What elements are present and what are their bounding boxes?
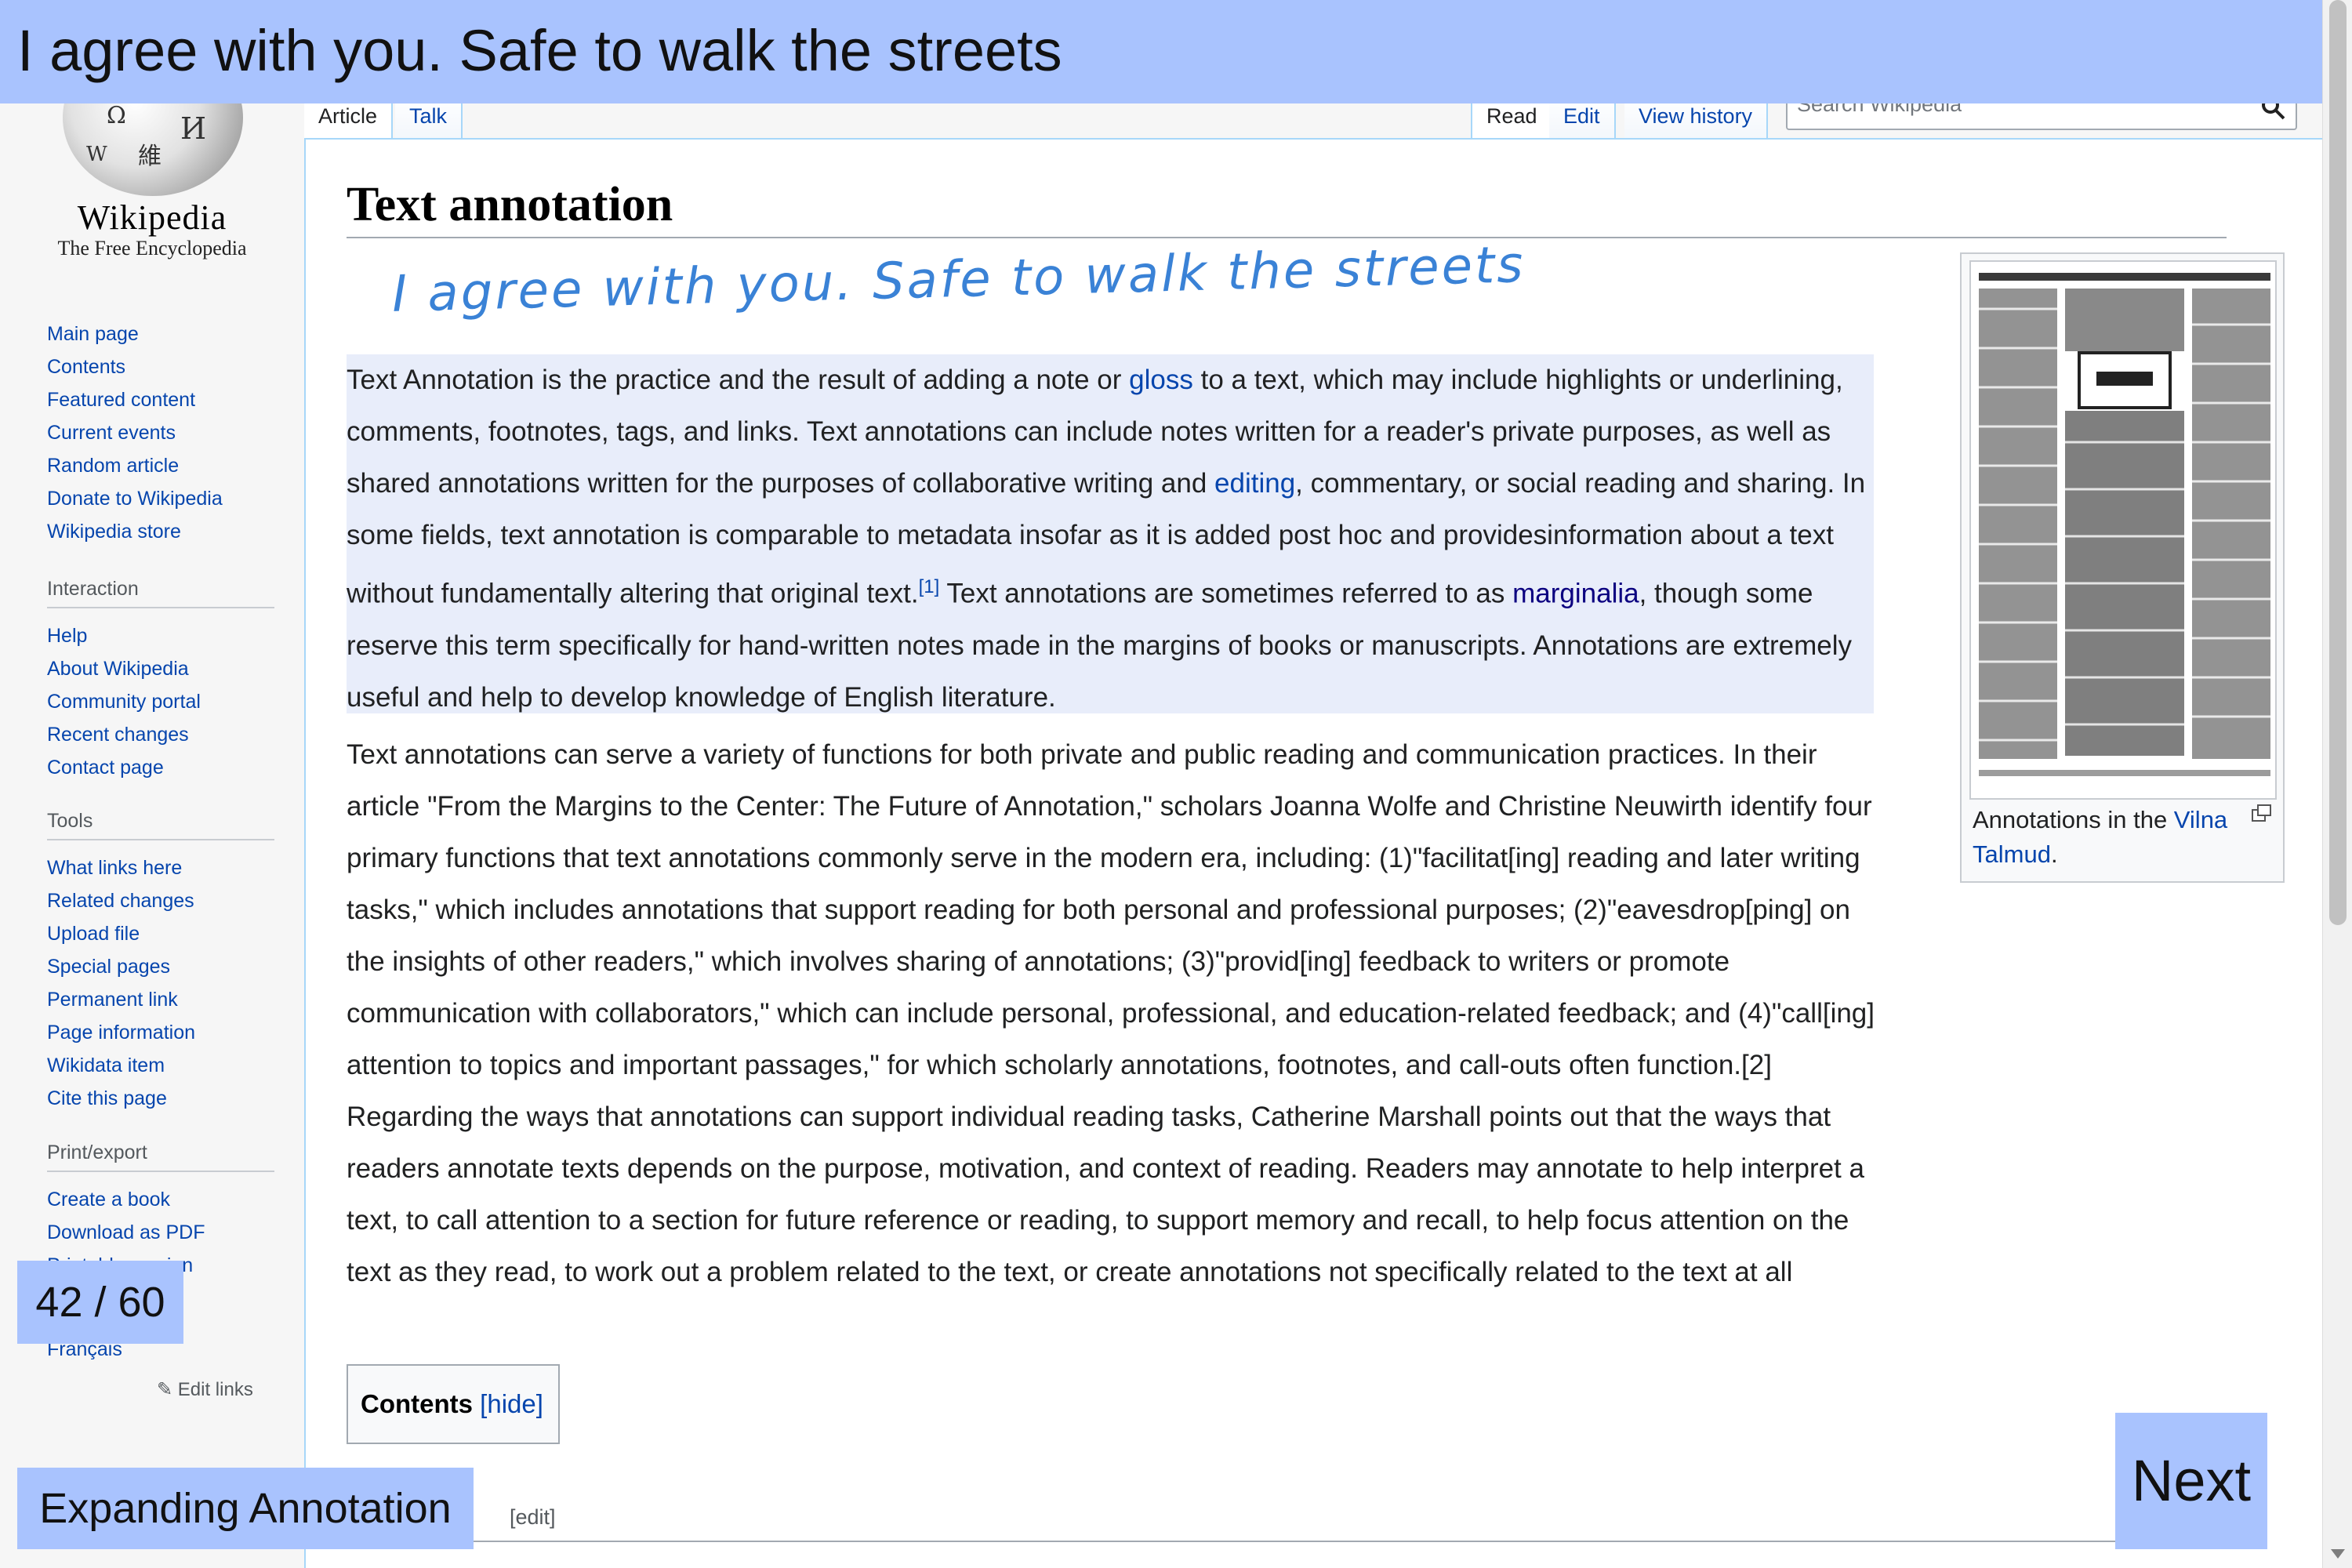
title-divider bbox=[347, 237, 2227, 238]
annotation-banner: I agree with you. Safe to walk the stree… bbox=[0, 0, 2322, 103]
table-of-contents: Contents [hide] bbox=[347, 1364, 560, 1444]
section-divider bbox=[347, 1541, 2227, 1542]
sidebar-heading-print: Print/export bbox=[47, 1142, 274, 1172]
scroll-down-arrow-icon[interactable] bbox=[2331, 1549, 2345, 1559]
toc-title: Contents bbox=[361, 1389, 473, 1418]
sidebar-item-random-article[interactable]: Random article bbox=[47, 449, 274, 482]
sidebar-item-recent-changes[interactable]: Recent changes bbox=[47, 718, 274, 751]
sidebar-item-page-information[interactable]: Page information bbox=[47, 1016, 274, 1049]
sidebar-item-current-events[interactable]: Current events bbox=[47, 416, 274, 449]
logo-wordmark: Wikipedia bbox=[77, 198, 227, 237]
scrollbar[interactable] bbox=[2322, 0, 2352, 1568]
page-counter: 42 / 60 bbox=[17, 1261, 183, 1344]
edit-links[interactable]: ✎ Edit links bbox=[157, 1378, 253, 1401]
sidebar-item-contents[interactable]: Contents bbox=[47, 350, 274, 383]
link-gloss[interactable]: gloss bbox=[1129, 365, 1193, 395]
para1-text-1: Text Annotation is the practice and the … bbox=[347, 365, 1130, 395]
image-thumbnail: Annotations in the Vilna Talmud. bbox=[1960, 252, 2285, 883]
next-button[interactable]: Next bbox=[2115, 1413, 2267, 1549]
section-edit-link[interactable]: [edit] bbox=[510, 1505, 556, 1530]
sidebar-item-download-pdf[interactable]: Download as PDF bbox=[47, 1216, 274, 1249]
logo-tagline: The Free Encyclopedia bbox=[57, 237, 247, 260]
article-paragraph-1: Text Annotation is the practice and the … bbox=[347, 354, 1883, 724]
sidebar-item-about[interactable]: About Wikipedia bbox=[47, 652, 274, 685]
sidebar-heading-interaction: Interaction bbox=[47, 578, 274, 608]
pencil-icon: ✎ bbox=[157, 1379, 173, 1400]
reference-1[interactable]: [1] bbox=[919, 576, 940, 597]
caption-suffix: . bbox=[2050, 840, 2058, 868]
sidebar-heading-tools: Tools bbox=[47, 810, 274, 840]
mode-label: Expanding Annotation bbox=[17, 1468, 474, 1549]
banner-text: I agree with you. Safe to walk the stree… bbox=[17, 18, 1062, 83]
sidebar-item-permanent-link[interactable]: Permanent link bbox=[47, 983, 274, 1016]
sidebar-item-cite-this-page[interactable]: Cite this page bbox=[47, 1082, 274, 1115]
vilna-talmud-image[interactable] bbox=[1969, 260, 2277, 800]
link-editing[interactable]: editing bbox=[1214, 468, 1295, 499]
sidebar-item-main-page[interactable]: Main page bbox=[47, 318, 274, 350]
image-caption: Annotations in the Vilna Talmud. bbox=[1973, 803, 2239, 872]
enlarge-icon[interactable] bbox=[2252, 804, 2272, 823]
sidebar-item-community-portal[interactable]: Community portal bbox=[47, 685, 274, 718]
edit-links-label: Edit links bbox=[177, 1379, 253, 1400]
sidebar-item-what-links-here[interactable]: What links here bbox=[47, 851, 274, 884]
sidebar-item-upload-file[interactable]: Upload file bbox=[47, 917, 274, 950]
sidebar-item-special-pages[interactable]: Special pages bbox=[47, 950, 274, 983]
caption-text: Annotations in the bbox=[1973, 806, 2174, 833]
page-title: Text annotation bbox=[347, 178, 673, 231]
sidebar-item-help[interactable]: Help bbox=[47, 619, 274, 652]
toc-hide-button[interactable]: [hide] bbox=[480, 1389, 543, 1418]
sidebar-item-create-book[interactable]: Create a book bbox=[47, 1183, 274, 1216]
sidebar-navigation: Main page Contents Featured content Curr… bbox=[47, 318, 274, 548]
sidebar-item-related-changes[interactable]: Related changes bbox=[47, 884, 274, 917]
para1-text-4: Text annotations are sometimes referred … bbox=[939, 578, 1513, 609]
sidebar-interaction: Interaction Help About Wikipedia Communi… bbox=[47, 578, 274, 784]
article-paragraph-2: Text annotations can serve a variety of … bbox=[347, 739, 1875, 1287]
sidebar-item-wikidata-item[interactable]: Wikidata item bbox=[47, 1049, 274, 1082]
sidebar-item-donate[interactable]: Donate to Wikipedia bbox=[47, 482, 274, 515]
sidebar-item-contact-page[interactable]: Contact page bbox=[47, 751, 274, 784]
scrollbar-thumb[interactable] bbox=[2329, 0, 2347, 925]
sidebar-item-featured-content[interactable]: Featured content bbox=[47, 383, 274, 416]
link-marginalia[interactable]: marginalia bbox=[1512, 579, 1639, 609]
sidebar-tools: Tools What links here Related changes Up… bbox=[47, 810, 274, 1115]
sidebar-item-store[interactable]: Wikipedia store bbox=[47, 515, 274, 548]
talmud-page-illustration bbox=[1971, 262, 2275, 798]
